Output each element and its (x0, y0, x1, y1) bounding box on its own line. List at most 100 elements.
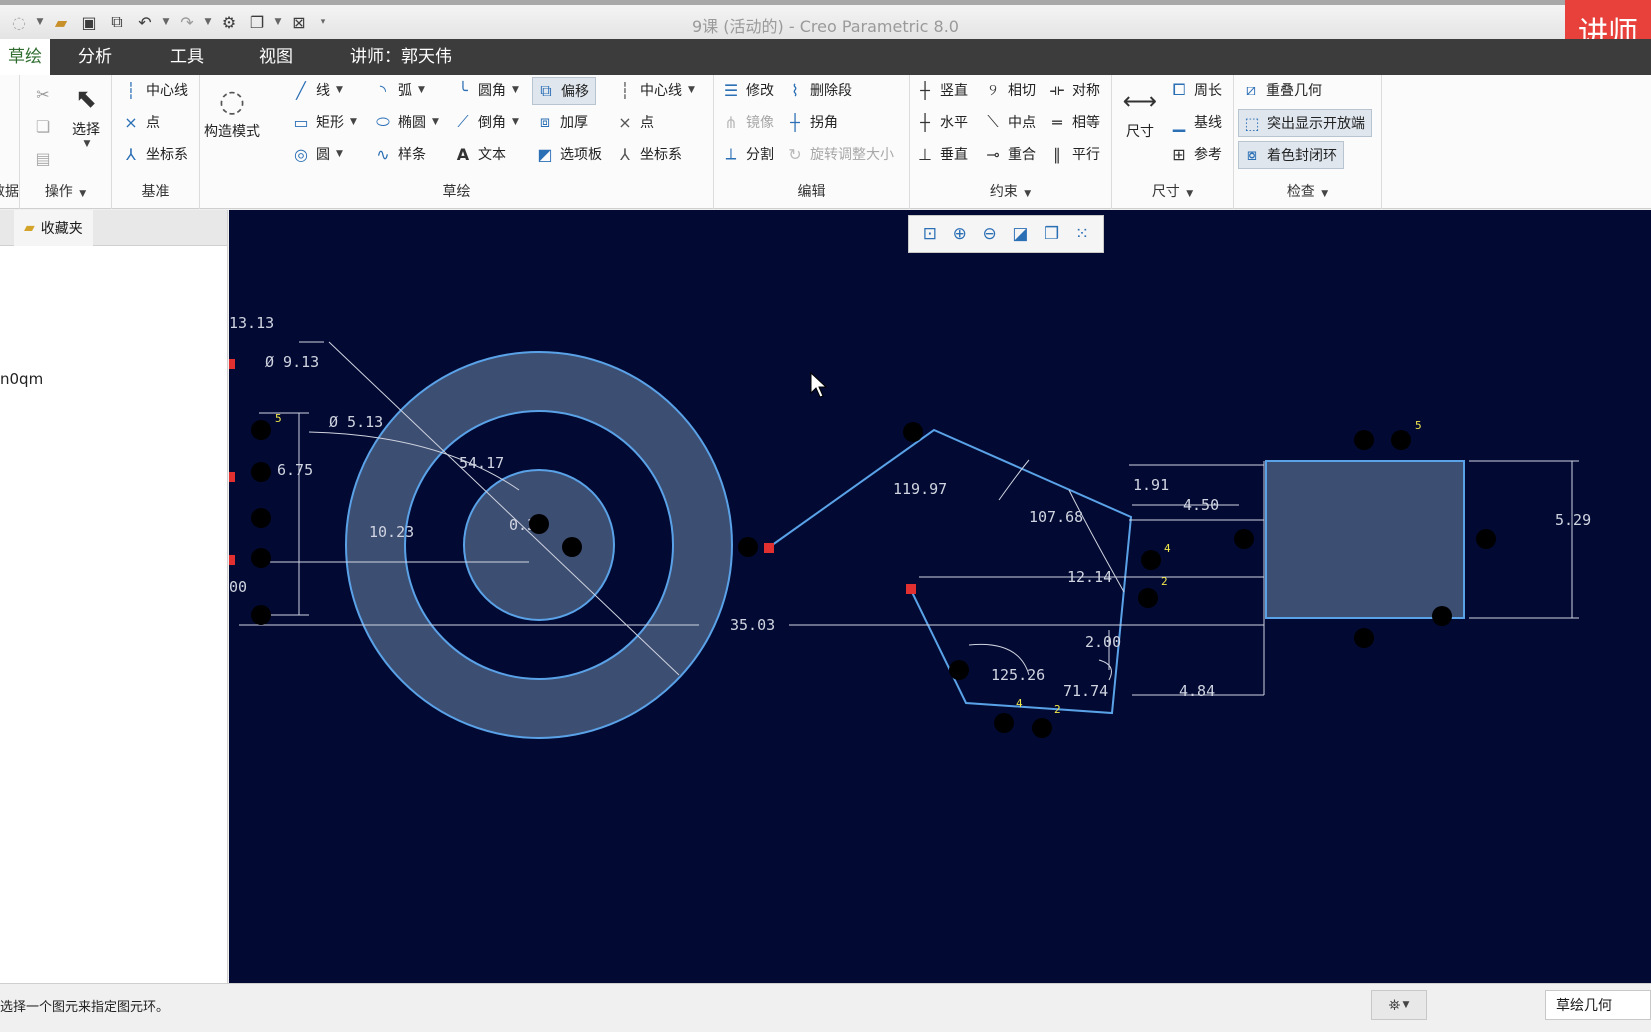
reference-icon: ⊞ (1172, 144, 1186, 164)
mirror-icon: ⋔ (724, 112, 738, 132)
selection-filter[interactable]: 草绘几何 (1545, 990, 1651, 1020)
tab-tools[interactable]: 工具 (156, 39, 218, 75)
symmetric-button[interactable]: ⟛ 对称 (1046, 79, 1100, 101)
midpoint-button[interactable]: ⟍ 中点 (982, 111, 1036, 133)
paste-icon[interactable]: ▤ (32, 147, 54, 169)
equal-button[interactable]: ═ 相等 (1046, 111, 1100, 133)
graphics-area[interactable]: 13.13 Ø 9.13 Ø 5.13 6.75 10.23 0.39 54.1… (229, 210, 1651, 983)
dim-text: 35.03 (730, 616, 775, 634)
dim-text: 71.74 (1063, 682, 1108, 700)
construction-mode-button[interactable]: ◌ 构造模式 (204, 81, 260, 141)
sketch-centerline-button[interactable]: ┆ 中心线 ▼ (614, 79, 695, 101)
cut-icon[interactable]: ✂ (32, 83, 54, 105)
ellipse-button[interactable]: ⬭ 椭圆 ▼ (372, 111, 439, 133)
midpoint-icon: ⟍ (987, 112, 999, 131)
datum-csys-button[interactable]: ⅄ 坐标系 (120, 143, 188, 165)
divide-icon: ⟂ (725, 144, 737, 163)
spline-icon: ∿ (376, 144, 390, 164)
dim-text: 4.50 (1183, 496, 1219, 514)
baseline-button[interactable]: ▁ 基线 (1168, 111, 1222, 133)
horizontal-button[interactable]: ┼ 水平 (914, 111, 968, 133)
coincident-button[interactable]: ⊸ 重合 (982, 143, 1036, 165)
sketch-svg[interactable]: 13.13 Ø 9.13 Ø 5.13 6.75 10.23 0.39 54.1… (229, 210, 1651, 983)
group-label: 检查 ▼ (1286, 184, 1329, 200)
thicken-icon: ⧈ (539, 112, 551, 131)
tangent-icon: ୨ (989, 80, 997, 99)
text-button[interactable]: A 文本 (452, 143, 506, 165)
select-button[interactable]: ⬉ 选择 ▼ (64, 79, 108, 149)
perimeter-button[interactable]: ⧠ 周长 (1168, 79, 1222, 101)
dimension-button[interactable]: ⟷ 尺寸 (1118, 81, 1162, 141)
mouse-cursor (810, 371, 828, 398)
zoom-out-icon[interactable]: ⊖ (983, 224, 997, 244)
copy-icon[interactable]: ❏ (32, 115, 54, 137)
offset-button[interactable]: ⧉ 偏移 (532, 77, 596, 105)
tangent-button[interactable]: ୨ 相切 (982, 79, 1036, 101)
delete-segment-icon: ⌇ (791, 80, 799, 100)
dim-text: 54.17 (459, 454, 504, 472)
spline-button[interactable]: ∿ 样条 (372, 143, 426, 165)
dimension-icon: ⟷ (1122, 87, 1158, 115)
chamfer-button[interactable]: ⟋ 倒角 ▼ (452, 111, 519, 133)
line-button[interactable]: ╱ 线 ▼ (290, 79, 343, 101)
zoom-in-icon[interactable]: ⊕ (953, 224, 967, 244)
group-edit: ☰ 修改 ⋔ 镜像 ⟂ 分割 ⌇ 删除段 ┼ 拐角 ↻ 旋转调整大小 编辑 (714, 75, 910, 209)
constraint-label: 5 (1415, 419, 1422, 432)
dim-text: 13.13 (229, 314, 274, 332)
rectangle-icon: ▭ (293, 112, 309, 132)
dim-text: 10.23 (369, 523, 414, 541)
construction-mode-icon: ◌ (218, 83, 246, 119)
dim-text: Ø 5.13 (329, 413, 383, 431)
arc-button[interactable]: ◝ 弧 ▼ (372, 79, 425, 101)
sketch-point-button[interactable]: × 点 (614, 111, 654, 133)
repaint-icon[interactable]: ◪ (1012, 224, 1028, 244)
dim-text: 00 (229, 578, 247, 596)
circle-button[interactable]: ◎ 圆 ▼ (290, 143, 343, 165)
display-style-icon[interactable]: ❒ (1044, 224, 1059, 244)
csys-icon: ⅄ (620, 144, 630, 164)
tab-lecturer[interactable]: 讲师：郭天伟 (336, 39, 466, 75)
dim-text: Ø 9.13 (265, 353, 319, 371)
palette-button[interactable]: ◩ 选项板 (534, 143, 602, 165)
panel-tabs: ▰ 收藏夹 (0, 210, 227, 246)
ribbon: 数据 ✂ ❏ ▤ ⬉ 选择 ▼ 操作 ▼ ┆中心线 ×点 ⅄坐标系 基准 ◌ 构… (0, 75, 1651, 209)
perpendicular-button[interactable]: ⊥ 垂直 (914, 143, 968, 165)
shade-closed-loops-icon: ⧇ (1246, 145, 1258, 164)
reference-button[interactable]: ⊞ 参考 (1168, 143, 1222, 165)
modify-button[interactable]: ☰ 修改 (720, 79, 774, 101)
overlapping-geometry-icon: ⧄ (1245, 80, 1257, 99)
refit-icon[interactable]: ⊡ (923, 224, 937, 244)
perpendicular-icon: ⊥ (918, 144, 932, 164)
sketch-display-filters-icon[interactable]: ⁙ (1075, 224, 1089, 244)
dim-text: 125.26 (991, 666, 1045, 684)
thicken-button[interactable]: ⧈ 加厚 (534, 111, 588, 133)
fillet-button[interactable]: ╰ 圆角 ▼ (452, 79, 519, 101)
find-button[interactable]: ⛯ ▼ (1371, 990, 1427, 1020)
tab-favorites[interactable]: ▰ 收藏夹 (14, 210, 93, 246)
corner-button[interactable]: ┼ 拐角 (784, 111, 838, 133)
vertical-button[interactable]: ┼ 竖直 (914, 79, 968, 101)
tab-view[interactable]: 视图 (245, 39, 307, 75)
constraint-label: 4 (1016, 697, 1023, 710)
text-icon: A (456, 144, 470, 164)
arc-icon: ◝ (379, 80, 387, 100)
title-bar: ◌ ▼ ▰ ▣ ⧉ ↶ ▼ ↷ ▼ ⚙ ❐ ▼ ⊠ ▾ 9课 (活动的) - Creo … (0, 0, 1651, 39)
shade-closed-loops-button[interactable]: ⧇ 着色封闭环 (1238, 141, 1344, 169)
overlapping-geometry-button[interactable]: ⧄ 重叠几何 (1240, 79, 1322, 101)
baseline-icon: ▁ (1172, 112, 1186, 132)
divide-button[interactable]: ⟂ 分割 (720, 143, 774, 165)
tab-sketch[interactable]: 草绘 (0, 39, 50, 75)
highlight-open-ends-button[interactable]: ⬚ 突出显示开放端 (1238, 109, 1372, 137)
tab-analysis[interactable]: 分析 (64, 39, 126, 75)
dim-text: 1.91 (1133, 476, 1169, 494)
datum-centerline-button[interactable]: ┆ 中心线 (120, 79, 188, 101)
rotate-resize-button[interactable]: ↻ 旋转调整大小 (784, 143, 894, 165)
constraint-label: 2 (1054, 703, 1061, 716)
delete-segment-button[interactable]: ⌇ 删除段 (784, 79, 852, 101)
datum-point-button[interactable]: × 点 (120, 111, 160, 133)
sketch-csys-button[interactable]: ⅄ 坐标系 (614, 143, 682, 165)
parallel-button[interactable]: ∥ 平行 (1046, 143, 1100, 165)
mirror-button[interactable]: ⋔ 镜像 (720, 111, 774, 133)
rectangle-button[interactable]: ▭ 矩形 ▼ (290, 111, 356, 133)
model-tree-item[interactable]: n0qm (0, 370, 43, 388)
